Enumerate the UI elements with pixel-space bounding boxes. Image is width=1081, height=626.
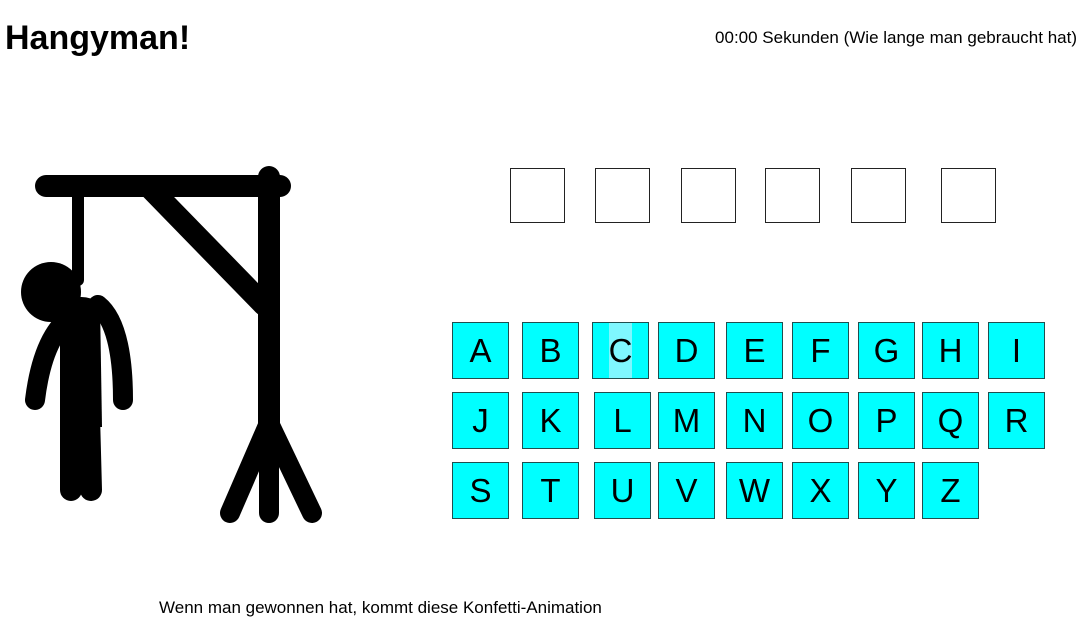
confetti-note: Wenn man gewonnen hat, kommt diese Konfe… xyxy=(159,598,602,617)
letter-slot-6 xyxy=(941,168,996,223)
key-e[interactable]: E xyxy=(726,322,783,379)
key-z[interactable]: Z xyxy=(922,462,979,519)
key-c[interactable]: C xyxy=(592,322,649,379)
key-m[interactable]: M xyxy=(658,392,715,449)
key-h[interactable]: H xyxy=(922,322,979,379)
key-p[interactable]: P xyxy=(858,392,915,449)
hangman-gallows-icon xyxy=(21,166,322,523)
letter-slot-1 xyxy=(510,168,565,223)
key-u[interactable]: U xyxy=(594,462,651,519)
key-b[interactable]: B xyxy=(522,322,579,379)
letter-slot-4 xyxy=(765,168,820,223)
key-s[interactable]: S xyxy=(452,462,509,519)
key-x[interactable]: X xyxy=(792,462,849,519)
key-y[interactable]: Y xyxy=(858,462,915,519)
letter-slot-2 xyxy=(595,168,650,223)
key-q[interactable]: Q xyxy=(922,392,979,449)
key-g[interactable]: G xyxy=(858,322,915,379)
key-w[interactable]: W xyxy=(726,462,783,519)
key-v[interactable]: V xyxy=(658,462,715,519)
key-t[interactable]: T xyxy=(522,462,579,519)
key-f[interactable]: F xyxy=(792,322,849,379)
key-l[interactable]: L xyxy=(594,392,651,449)
key-a[interactable]: A xyxy=(452,322,509,379)
key-o[interactable]: O xyxy=(792,392,849,449)
letter-slot-3 xyxy=(681,168,736,223)
key-i[interactable]: I xyxy=(988,322,1045,379)
key-j[interactable]: J xyxy=(452,392,509,449)
page-title: Hangyman! xyxy=(5,19,191,57)
letter-slot-5 xyxy=(851,168,906,223)
key-n[interactable]: N xyxy=(726,392,783,449)
key-d[interactable]: D xyxy=(658,322,715,379)
timer-text: 00:00 Sekunden (Wie lange man gebraucht … xyxy=(715,28,1077,47)
key-r[interactable]: R xyxy=(988,392,1045,449)
key-k[interactable]: K xyxy=(522,392,579,449)
